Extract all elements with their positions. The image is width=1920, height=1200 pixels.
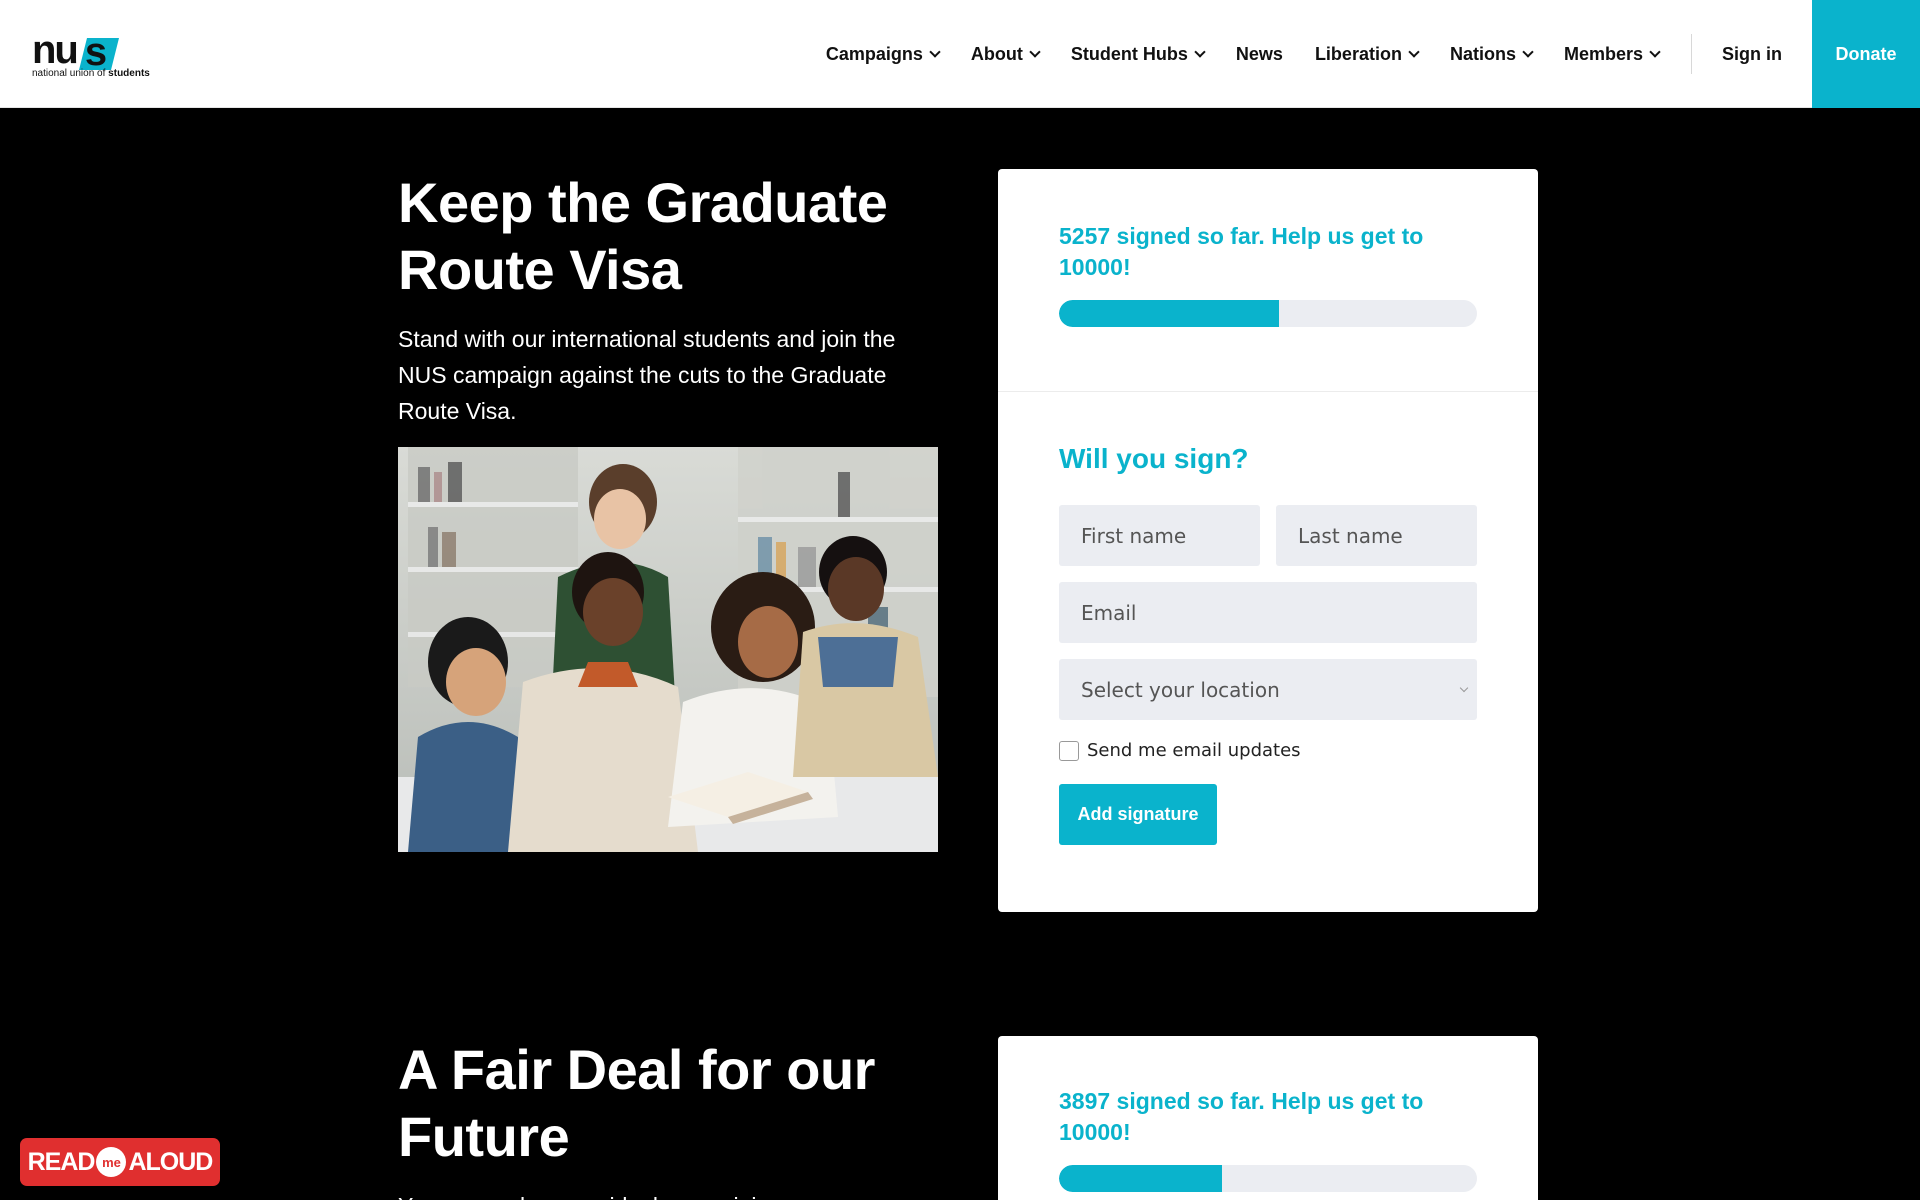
- location-select-value: Select your location: [1081, 677, 1280, 702]
- signatures-count-text: 5257 signed so far. Help us get to 10000…: [1059, 223, 1424, 280]
- last-name-input[interactable]: Last name: [1276, 505, 1477, 566]
- nav-about[interactable]: About: [970, 43, 1041, 65]
- signature-progress-fill: [1059, 300, 1279, 327]
- read-aloud-read: READ: [27, 1147, 96, 1176]
- petition-progress-section: 3897 signed so far. Help us get to 10000…: [998, 1036, 1538, 1200]
- signature-progress-bar: [1059, 300, 1477, 327]
- nav-label: About: [970, 43, 1023, 64]
- site-header: nu s national union of students Campaign…: [0, 0, 1920, 108]
- location-select[interactable]: Select your location: [1059, 659, 1477, 720]
- speech-bubble-icon: me: [96, 1147, 127, 1177]
- first-name-input[interactable]: First name: [1059, 505, 1260, 566]
- campaign-photo: [398, 447, 938, 852]
- logo-s-mark: s: [78, 32, 119, 72]
- petition-card: 3897 signed so far. Help us get to 10000…: [998, 1036, 1538, 1200]
- form-heading: Will you sign?: [1059, 443, 1249, 474]
- nav-label: News: [1235, 43, 1283, 64]
- email-updates-row: Send me email updates: [1059, 740, 1477, 761]
- nav-label: Nations: [1449, 43, 1516, 64]
- petition-card: 5257 signed so far. Help us get to 10000…: [998, 169, 1538, 912]
- signature-progress-fill: [1059, 1165, 1222, 1192]
- chevron-down-icon: [929, 46, 941, 58]
- campaign-intro: Keep the Graduate Route Visa Stand with …: [398, 169, 938, 852]
- logo-s-text: s: [84, 30, 108, 74]
- add-signature-button[interactable]: Add signature: [1059, 784, 1217, 845]
- petition-form: Will you sign? First name Last name Emai…: [998, 392, 1538, 912]
- chevron-down-icon: [1029, 46, 1041, 58]
- nav-divider: [1691, 34, 1692, 74]
- read-aloud-aloud: ALOUD: [128, 1147, 213, 1176]
- logo-mark: nu s: [32, 28, 119, 72]
- nav-label: Liberation: [1314, 43, 1402, 64]
- nav-members[interactable]: Members: [1563, 43, 1661, 65]
- nav-nations[interactable]: Nations: [1449, 43, 1534, 65]
- email-input[interactable]: Email: [1059, 582, 1477, 643]
- nav-student-hubs[interactable]: Student Hubs: [1070, 43, 1206, 65]
- chevron-down-icon: [1194, 46, 1206, 58]
- logo-nu-text: nu: [32, 28, 79, 72]
- read-aloud-button[interactable]: READ me ALOUD: [20, 1138, 220, 1186]
- chevron-down-icon: [1522, 46, 1534, 58]
- chevron-down-icon: [1459, 683, 1469, 693]
- nav-label: Members: [1563, 43, 1643, 64]
- sign-in-link[interactable]: Sign in: [1722, 44, 1782, 65]
- signatures-count-text: 3897 signed so far. Help us get to 10000…: [1059, 1088, 1424, 1145]
- campaign-title: A Fair Deal for our Future: [398, 1038, 875, 1168]
- nav-label: Student Hubs: [1070, 43, 1188, 64]
- nav-label: Campaigns: [825, 43, 923, 64]
- chevron-down-icon: [1649, 46, 1661, 58]
- logo-subtitle: national union of students: [32, 68, 150, 79]
- nav-campaigns[interactable]: Campaigns: [825, 43, 941, 65]
- chevron-down-icon: [1408, 46, 1420, 58]
- email-updates-label[interactable]: Send me email updates: [1087, 740, 1301, 761]
- signature-progress-bar: [1059, 1165, 1477, 1192]
- nav-news[interactable]: News: [1236, 44, 1283, 65]
- nav-liberation[interactable]: Liberation: [1314, 43, 1420, 65]
- donate-button[interactable]: Donate: [1812, 0, 1920, 108]
- name-row: First name Last name: [1059, 505, 1477, 566]
- campaign-description: Young people are paid a lower minimum wa…: [398, 1188, 938, 1200]
- campaign-description: Stand with our international students an…: [398, 326, 896, 424]
- logo-sub-bold: students: [108, 68, 150, 79]
- nus-logo[interactable]: nu s national union of students: [32, 30, 162, 82]
- campaign-intro: A Fair Deal for our Future Young people …: [398, 1036, 938, 1200]
- petition-progress-section: 5257 signed so far. Help us get to 10000…: [998, 169, 1538, 391]
- email-updates-checkbox[interactable]: [1059, 740, 1079, 761]
- logo-sub-prefix: national union of: [32, 68, 109, 79]
- campaign-title: Keep the Graduate Route Visa: [398, 171, 888, 301]
- students-photo-illustration: [398, 447, 938, 852]
- main-nav: Campaigns About Student Hubs News Libera…: [794, 0, 1782, 108]
